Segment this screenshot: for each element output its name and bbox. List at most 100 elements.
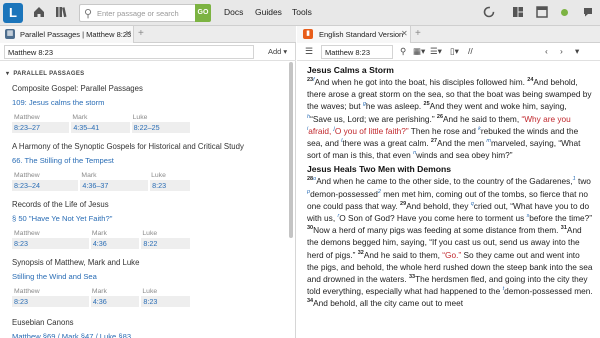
passage-table: Matthew Mark Luke 8:23 4:36 8:22 [12,229,192,249]
passage-table: Matthew Mark Luke 8:23 4:36 8:23 [12,287,192,307]
library-icon[interactable] [53,5,69,21]
left-tab-row: ▦ Parallel Passages | Matthew 8:23 ✕ + [0,26,296,43]
bible-panel: ▮ English Standard Version ✕ + ☰ ⚲ ▦▾ ☰▾… [297,26,600,338]
pericope-heading: Jesus Heals Two Men with Demons [307,164,452,175]
column-header: Matthew [14,288,40,295]
passage-link[interactable]: 8:23 [12,296,91,307]
verse-text: demon-possessed [310,188,378,199]
passage-group: A Harmony of the Synoptic Gospels for Hi… [12,142,282,191]
passage-link[interactable]: 8:23–24 [12,180,81,191]
column-header: Luke [142,230,158,237]
passage-group: Eusebian Canons Matthew §69 / Mark §47 /… [12,318,282,338]
passage-link[interactable]: 8:23 [12,238,91,249]
collapse-triangle-icon[interactable]: ▾ [6,71,9,77]
help-icon[interactable] [581,5,597,21]
left-reference-row: Add ▾ [0,43,296,61]
verse-text: Now a herd of many pigs was feeding at s… [313,225,561,236]
passage-table: Matthew Mark Luke 8:23–27 4:35–41 8:22–25 [12,113,193,133]
go-button[interactable]: GO [195,4,211,22]
passage-group: Composite Gospel: Parallel Passages 109:… [12,84,282,133]
column-header: Matthew [14,172,40,179]
passage-link[interactable]: 4:36 [89,296,142,307]
verse-text: winds and sea obey him?” [416,150,513,161]
parallel-passages-panel: ▦ Parallel Passages | Matthew 8:23 ✕ + A… [0,26,296,338]
user-status-icon[interactable] [561,9,568,16]
passage-link[interactable]: 8:22 [140,238,192,249]
top-toolbar: L ⚲ GO Docs Guides Tools [0,0,600,26]
layouts-icon[interactable] [510,5,526,21]
home-icon[interactable] [31,5,47,21]
section-heading[interactable]: ▾ PARALLEL PASSAGES [6,70,84,77]
group-subtitle-link[interactable]: Matthew §69 / Mark §47 / Luke §83 [12,330,282,338]
verse-text: O Son of God? Have you come here to torm… [339,213,527,224]
passage-link[interactable]: 8:23 [149,180,192,191]
passage-table: Matthew Mark Luke 8:23–24 4:36–37 8:23 [12,171,192,191]
tab-parallel-passages[interactable]: ▦ Parallel Passages | Matthew 8:23 ✕ [0,26,134,43]
close-icon[interactable]: ✕ [125,29,132,38]
column-header: Mark [91,230,107,237]
menu-guides[interactable]: Guides [255,7,282,17]
verse-text: And when he got into the boat, his disci… [314,77,528,87]
visual-filters-icon[interactable]: ☰▾ [430,46,442,57]
column-header: Mark [91,288,107,295]
words-of-christ: O you of little faith?” [334,125,409,136]
add-tab-icon[interactable]: + [415,28,421,39]
scrollbar-thumb[interactable] [289,62,293,238]
group-subtitle-link[interactable]: 109: Jesus calms the storm [12,96,282,110]
forward-icon[interactable]: › [560,46,563,56]
passage-link[interactable]: 4:36 [89,238,142,249]
verse-text: demon-possessed men. [504,286,593,297]
verse-text: And behold, they [406,200,471,211]
menu-docs[interactable]: Docs [224,7,243,17]
pericope-heading: Jesus Calms a Storm [307,65,394,75]
words-of-christ: “Why are you [521,113,571,124]
tab-esv[interactable]: ▮ English Standard Version ✕ [297,26,411,43]
passage-link[interactable]: 8:22–25 [130,122,193,133]
back-icon[interactable]: ‹ [545,46,548,56]
verse-text: And the men [437,138,487,149]
bible-icon: ▮ [303,29,313,39]
verse-text: he was asleep. [365,101,424,112]
group-subtitle-link[interactable]: 66. The Stilling of the Tempest [12,154,282,168]
logos-logo-icon[interactable]: L [3,3,23,23]
passage-link[interactable]: 8:23–27 [12,122,72,133]
panel-menu-icon[interactable]: ▾ [575,46,579,57]
resource-sync-icon[interactable]: ▦▾ [413,46,425,57]
sync-icon[interactable] [481,5,497,21]
close-icon[interactable]: ✕ [401,29,408,38]
parallel-resources-icon[interactable]: // [468,46,473,56]
bible-toolbar: ☰ ⚲ ▦▾ ☰▾ ▯▾ // ‹ › ▾ [297,43,600,61]
parallel-passages-icon: ▦ [5,29,15,39]
columns-icon[interactable]: ▯▾ [450,46,459,57]
left-scrollbar[interactable] [289,62,294,338]
verse-text: there was a great calm. [342,138,431,149]
verse-text: Then he rose and [408,125,479,136]
group-subtitle-link[interactable]: Stilling the Wind and Sea [12,270,282,284]
add-button[interactable]: Add ▾ [268,47,287,56]
reference-input[interactable] [4,45,254,59]
verse-text: two [575,176,591,187]
menu-tools[interactable]: Tools [292,7,312,17]
passage-link[interactable]: 4:35–41 [70,122,132,133]
group-title: Eusebian Canons [12,318,74,327]
bible-paragraph: 23fAnd when he got into the boat, his di… [307,76,593,161]
passage-link[interactable]: 4:36–37 [79,180,151,191]
group-title: Synopsis of Matthew, Mark and Luke [12,258,140,267]
column-header: Luke [142,288,158,295]
add-tab-icon[interactable]: + [138,28,144,39]
column-header: Luke [132,114,148,121]
bible-reference-input[interactable] [321,45,393,59]
passage-link[interactable]: 8:23 [140,296,192,307]
column-header: Matthew [14,114,40,121]
right-tab-row: ▮ English Standard Version ✕ + [297,26,600,43]
column-header: Matthew [14,230,40,237]
group-title: Records of the Life of Jesus [12,200,109,209]
search-input[interactable] [97,6,193,20]
verse-text: before the time?” [529,213,593,224]
group-subtitle-link[interactable]: § 50 "Have Ye Not Yet Faith?" [12,212,282,226]
group-title: Composite Gospel: Parallel Passages [12,84,143,93]
search-icon[interactable]: ⚲ [400,46,406,57]
column-header: Mark [72,114,88,121]
hamburger-menu-icon[interactable]: ☰ [305,46,313,57]
panel-menu-icon[interactable] [534,5,550,21]
